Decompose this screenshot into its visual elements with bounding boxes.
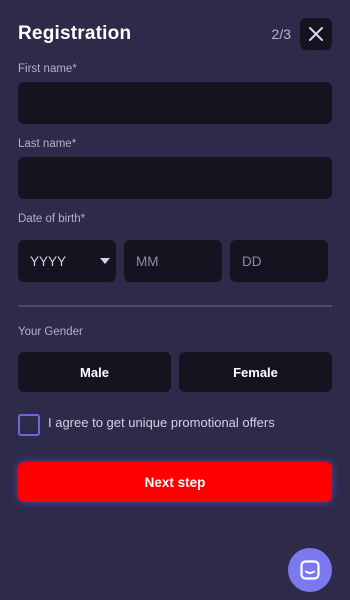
close-icon [309, 27, 323, 41]
first-name-label: First name* [18, 63, 77, 75]
header: Registration 2/3 [18, 18, 332, 50]
close-button[interactable] [300, 18, 332, 50]
chat-button[interactable] [288, 548, 332, 592]
promo-offers-checkbox[interactable] [18, 414, 40, 436]
gender-female-label: Female [233, 364, 278, 380]
dob-day-input[interactable]: DD [230, 240, 328, 282]
gender-label: Your Gender [18, 326, 83, 338]
dob-month-input[interactable]: MM [124, 240, 222, 282]
chevron-down-icon [100, 258, 110, 264]
divider [18, 305, 332, 307]
dob-year-text: YYYY [30, 253, 67, 269]
page-title: Registration [18, 23, 132, 44]
next-step-button[interactable]: Next step [18, 462, 332, 502]
gender-male-label: Male [80, 364, 109, 380]
gender-female-button[interactable]: Female [179, 352, 332, 392]
last-name-label: Last name* [18, 138, 77, 150]
first-name-input[interactable] [18, 82, 332, 124]
next-step-label: Next step [144, 474, 206, 490]
dob-month-placeholder: MM [136, 253, 159, 269]
dob-label: Date of birth* [18, 213, 86, 225]
promo-offers-label[interactable]: I agree to get unique promotional offers [48, 415, 275, 430]
last-name-input[interactable] [18, 157, 332, 199]
registration-page: Registration 2/3 First name* Last name* … [0, 0, 350, 600]
dob-day-placeholder: DD [242, 253, 262, 269]
chat-icon [300, 560, 320, 580]
dob-year-select[interactable]: YYYY [18, 240, 116, 282]
step-indicator: 2/3 [271, 26, 291, 42]
gender-male-button[interactable]: Male [18, 352, 171, 392]
